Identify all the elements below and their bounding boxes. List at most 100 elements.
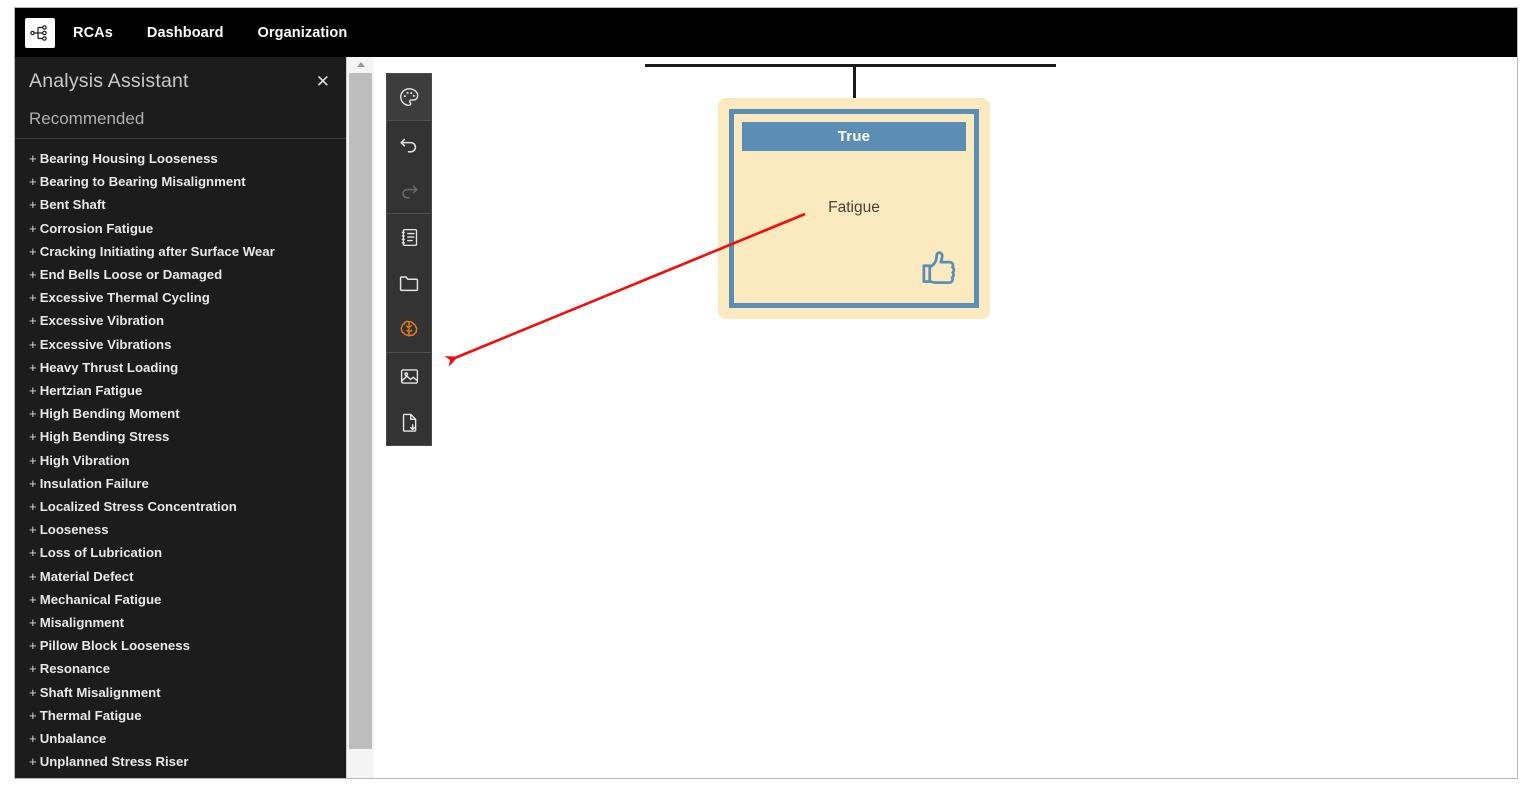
sidebar-item-label: Unbalance xyxy=(39,731,107,747)
page-title: Analysis Assistant xyxy=(29,69,189,92)
connector-line-horizontal xyxy=(645,64,1056,67)
sidebar-item[interactable]: + High Bending Moment xyxy=(15,402,346,425)
nav-link-organization[interactable]: Organization xyxy=(258,25,348,41)
sidebar-item-label: Bearing to Bearing Misalignment xyxy=(39,174,246,190)
add-icon: + xyxy=(29,429,37,445)
close-icon[interactable]: ✕ xyxy=(312,71,334,92)
add-icon: + xyxy=(29,615,37,631)
diagram-node-fatigue[interactable]: True Fatigue xyxy=(718,98,990,319)
sidebar-item-label: End Bells Loose or Damaged xyxy=(39,267,223,283)
analysis-assistant-panel: Analysis Assistant ✕ Recommended + Bearin… xyxy=(15,57,346,778)
add-icon: + xyxy=(29,383,37,399)
sidebar-item-label: High Vibration xyxy=(39,452,130,468)
sidebar-item-label: Corrosion Fatigue xyxy=(39,220,154,236)
sidebar-item-label: Resonance xyxy=(39,661,111,677)
sidebar-item[interactable]: + Excessive Vibration xyxy=(15,309,346,332)
add-icon: + xyxy=(29,290,37,306)
sidebar-item[interactable]: + Unplanned Stress Riser xyxy=(15,750,346,773)
sidebar-item-label: Thermal Fatigue xyxy=(39,707,142,723)
sidebar-item-label: High Bending Stress xyxy=(39,429,170,445)
add-icon: + xyxy=(29,707,37,723)
sidebar-item-label: Cracking Initiating after Surface Wear xyxy=(39,243,275,259)
sidebar-item[interactable]: + Corrosion Fatigue xyxy=(15,217,346,240)
add-icon: + xyxy=(29,661,37,677)
redo-icon[interactable] xyxy=(387,167,431,213)
add-icon: + xyxy=(29,267,37,283)
sidebar-item[interactable]: + End Bells Loose or Damaged xyxy=(15,263,346,286)
sidebar-item[interactable]: + Pillow Block Looseness xyxy=(15,634,346,657)
add-icon: + xyxy=(29,522,37,538)
sidebar-item-label: Bearing Housing Looseness xyxy=(39,151,218,166)
toolbar-group-export xyxy=(387,353,431,445)
add-icon: + xyxy=(29,499,37,515)
notes-list-icon[interactable] xyxy=(387,214,431,260)
folder-icon[interactable] xyxy=(387,260,431,306)
sidebar-item-label: High Bending Moment xyxy=(39,406,180,422)
sidebar-header: Analysis Assistant ✕ xyxy=(15,57,346,105)
recommended-list: + Bearing Housing Looseness + Bearing to Be… xyxy=(15,139,346,773)
add-icon: + xyxy=(29,591,37,607)
node-body-label: Fatigue xyxy=(828,199,880,216)
add-icon: + xyxy=(29,475,37,491)
sidebar-item[interactable]: + Looseness xyxy=(15,518,346,541)
sidebar-item[interactable]: + Unbalance xyxy=(15,727,346,750)
brain-icon[interactable] xyxy=(387,306,431,352)
undo-icon[interactable] xyxy=(387,121,431,167)
add-icon: + xyxy=(29,545,37,561)
sidebar-scrollbar[interactable] xyxy=(346,57,374,778)
sidebar-item[interactable]: + Insulation Failure xyxy=(15,472,346,495)
file-download-icon[interactable] xyxy=(387,399,431,445)
sidebar-item[interactable]: + Hertzian Fatigue xyxy=(15,379,346,402)
sidebar-item-label: Shaft Misalignment xyxy=(39,684,161,700)
add-icon: + xyxy=(29,638,37,654)
add-icon: + xyxy=(29,220,37,236)
sidebar-item[interactable]: + Shaft Misalignment xyxy=(15,681,346,704)
sidebar-item-label: Localized Stress Concentration xyxy=(39,499,237,515)
sidebar-item[interactable]: + Cracking Initiating after Surface Wear xyxy=(15,240,346,263)
sidebar-item-label: Excessive Thermal Cycling xyxy=(39,290,210,306)
sidebar-item[interactable]: + Thermal Fatigue xyxy=(15,704,346,727)
diagram-canvas[interactable]: True Fatigue xyxy=(374,57,1517,778)
add-icon: + xyxy=(29,406,37,422)
theme-palette-icon[interactable] xyxy=(387,74,431,120)
toolbar-group-content xyxy=(387,214,431,353)
image-export-icon[interactable] xyxy=(387,353,431,399)
add-icon: + xyxy=(29,452,37,468)
sidebar-item[interactable]: + Heavy Thrust Loading xyxy=(15,356,346,379)
add-icon: + xyxy=(29,731,37,747)
sidebar-item[interactable]: + Material Defect xyxy=(15,565,346,588)
sidebar-item[interactable]: + Localized Stress Concentration xyxy=(15,495,346,518)
sidebar-item-label: Unplanned Stress Riser xyxy=(39,754,189,770)
sidebar-item-label: Material Defect xyxy=(39,568,134,584)
sidebar-item[interactable]: + Bearing Housing Looseness xyxy=(15,147,346,170)
sidebar-item[interactable]: + Excessive Vibrations xyxy=(15,333,346,356)
application-window: RCAs Dashboard Organization Analysis Ass… xyxy=(14,7,1518,779)
sidebar-item[interactable]: + Misalignment xyxy=(15,611,346,634)
sidebar-item[interactable]: + Loss of Lubrication xyxy=(15,541,346,564)
add-icon: + xyxy=(29,197,37,213)
add-icon: + xyxy=(29,174,37,190)
sidebar-item[interactable]: + Mechanical Fatigue xyxy=(15,588,346,611)
sidebar-item-label: Hertzian Fatigue xyxy=(39,383,143,399)
add-icon: + xyxy=(29,151,37,166)
scrollbar-thumb[interactable] xyxy=(349,73,372,749)
add-icon: + xyxy=(29,568,37,584)
sidebar-item[interactable]: + High Vibration xyxy=(15,449,346,472)
nav-link-rcas[interactable]: RCAs xyxy=(73,25,113,41)
sidebar-item[interactable]: + High Bending Stress xyxy=(15,425,346,448)
sidebar-item[interactable]: + Excessive Thermal Cycling xyxy=(15,286,346,309)
thumbs-up-icon[interactable] xyxy=(918,246,962,295)
node-tree-logo-icon[interactable] xyxy=(25,17,55,48)
sidebar-item-label: Insulation Failure xyxy=(39,475,149,491)
scroll-up-arrow-icon[interactable] xyxy=(347,57,374,71)
sidebar-item-label: Misalignment xyxy=(39,615,124,631)
sidebar-item[interactable]: + Bearing to Bearing Misalignment xyxy=(15,170,346,193)
add-icon: + xyxy=(29,754,37,770)
sidebar-item-label: Mechanical Fatigue xyxy=(39,591,162,607)
top-navigation-bar: RCAs Dashboard Organization xyxy=(15,8,1517,57)
add-icon: + xyxy=(29,684,37,700)
add-icon: + xyxy=(29,359,37,375)
sidebar-item[interactable]: + Resonance xyxy=(15,657,346,680)
sidebar-item[interactable]: + Bent Shaft xyxy=(15,193,346,216)
nav-link-dashboard[interactable]: Dashboard xyxy=(147,25,224,41)
